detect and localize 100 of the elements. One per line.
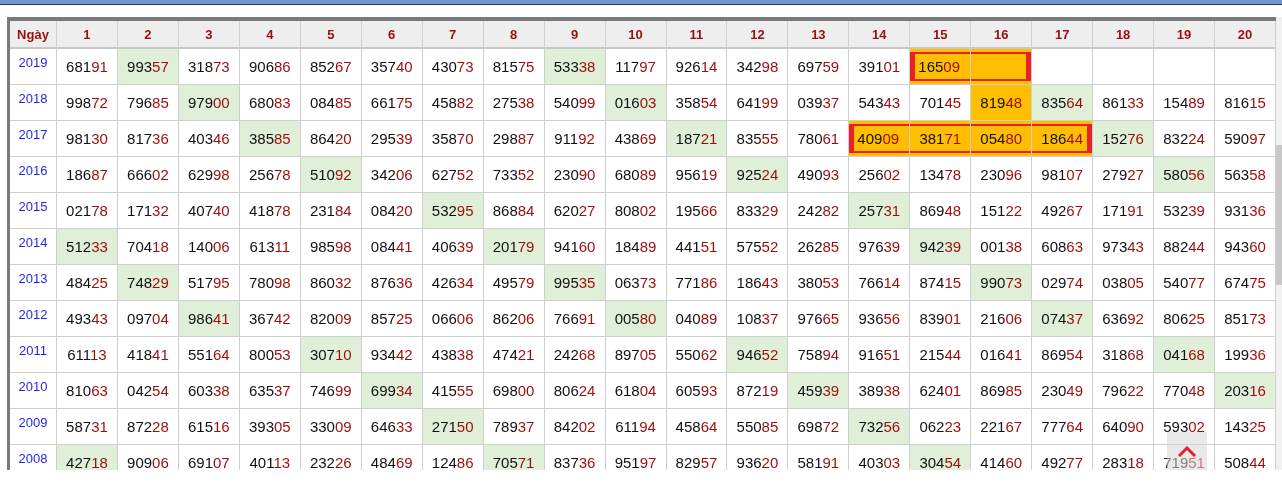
table-cell: 87228 xyxy=(117,409,179,445)
table-cell: 58731 xyxy=(57,409,118,445)
table-cell: 81063 xyxy=(57,373,118,409)
table-cell: 93136 xyxy=(1215,193,1276,229)
table-cell: 79685 xyxy=(117,85,179,121)
table-cell: 67475 xyxy=(1215,265,1276,301)
table-cell: 09704 xyxy=(117,301,179,337)
table-cell: 97900 xyxy=(178,85,240,121)
column-header: 1 xyxy=(57,21,118,49)
table-cell: 59097 xyxy=(1215,121,1276,157)
table-cell: 42718 xyxy=(57,445,118,470)
table-cell: 20316 xyxy=(1215,373,1276,409)
table-cell: 54343 xyxy=(849,85,911,121)
table-cell: 39101 xyxy=(849,49,911,85)
table-cell: 15276 xyxy=(1093,121,1155,157)
table-cell: 86032 xyxy=(300,265,362,301)
table-cell: 77764 xyxy=(1032,409,1094,445)
table-cell: 48425 xyxy=(57,265,118,301)
table-cell: 73256 xyxy=(849,409,911,445)
table-cell: 95619 xyxy=(666,157,728,193)
table-cell: 70571 xyxy=(483,445,545,470)
table-cell: 08420 xyxy=(361,193,423,229)
table-cell: 61516 xyxy=(178,409,240,445)
table-cell: 31873 xyxy=(178,49,240,85)
column-header: 17 xyxy=(1032,21,1094,49)
table-cell: 35870 xyxy=(422,121,484,157)
table-cell: 78937 xyxy=(483,409,545,445)
table-cell: 93656 xyxy=(849,301,911,337)
table-cell: 62401 xyxy=(910,373,972,409)
table-cell: 74829 xyxy=(117,265,179,301)
table-cell: 82009 xyxy=(300,301,362,337)
table-cell: 18643 xyxy=(727,265,789,301)
table-cell: 31868 xyxy=(1093,337,1155,373)
table-cell: 80802 xyxy=(605,193,667,229)
table-cell: 81736 xyxy=(117,121,179,157)
table-cell: 33009 xyxy=(300,409,362,445)
table-cell: 06606 xyxy=(422,301,484,337)
table-cell: 63692 xyxy=(1093,301,1155,337)
table-cell: 15122 xyxy=(971,193,1033,229)
table-cell: 98107 xyxy=(1032,157,1094,193)
table-cell: 04168 xyxy=(1154,337,1216,373)
table-cell: 83329 xyxy=(727,193,789,229)
table-cell: 51233 xyxy=(57,229,118,265)
table-cell: 40639 xyxy=(422,229,484,265)
table-cell: 87415 xyxy=(910,265,972,301)
table-cell: 59302 xyxy=(1154,409,1216,445)
table-cell: 14006 xyxy=(178,229,240,265)
table-cell: 81575 xyxy=(483,49,545,85)
table-cell: 91651 xyxy=(849,337,911,373)
table-cell: 29539 xyxy=(361,121,423,157)
table-cell: 38053 xyxy=(788,265,850,301)
table-cell: 15489 xyxy=(1154,85,1216,121)
table-cell: 01603 xyxy=(605,85,667,121)
table-cell: 62027 xyxy=(544,193,606,229)
table-cell: 54077 xyxy=(1154,265,1216,301)
table-cell: 61113 xyxy=(57,337,118,373)
table-cell: 77186 xyxy=(666,265,728,301)
table-cell: 41878 xyxy=(239,193,301,229)
table-cell: 43838 xyxy=(422,337,484,373)
table-cell: 87219 xyxy=(727,373,789,409)
table-cell: 73352 xyxy=(483,157,545,193)
table-cell: 45882 xyxy=(422,85,484,121)
table-cell: 64199 xyxy=(727,85,789,121)
table-cell: 27538 xyxy=(483,85,545,121)
table-cell: 11797 xyxy=(605,49,667,85)
scrollbar[interactable] xyxy=(1276,17,1282,470)
table-cell: 29887 xyxy=(483,121,545,157)
table-cell: 45864 xyxy=(666,409,728,445)
table-cell: 99872 xyxy=(57,85,118,121)
table-cell: 69872 xyxy=(788,409,850,445)
table-cell: 81948 xyxy=(971,85,1033,121)
table-cell: 38171 xyxy=(910,121,972,157)
table-cell: 99357 xyxy=(117,49,179,85)
column-header: 2 xyxy=(117,21,179,49)
table-cell: 23096 xyxy=(971,157,1033,193)
table-cell: 00580 xyxy=(605,301,667,337)
table-cell: 41841 xyxy=(117,337,179,373)
table-cell: 27927 xyxy=(1093,157,1155,193)
table-cell: 68089 xyxy=(605,157,667,193)
table-cell: 30454 xyxy=(910,445,972,470)
table-cell: 83901 xyxy=(910,301,972,337)
column-header: 10 xyxy=(605,21,667,49)
column-header: 8 xyxy=(483,21,545,49)
table-cell: 85173 xyxy=(1215,301,1276,337)
column-header: 3 xyxy=(178,21,240,49)
table-cell: 27150 xyxy=(422,409,484,445)
table-cell: 49343 xyxy=(57,301,118,337)
table-cell: 25731 xyxy=(849,193,911,229)
table-cell: 18721 xyxy=(666,121,728,157)
table-cell: 14325 xyxy=(1215,409,1276,445)
table-cell: 24282 xyxy=(788,193,850,229)
table-cell: 05480 xyxy=(971,121,1033,157)
table-cell: 97639 xyxy=(849,229,911,265)
table-cell: 40909 xyxy=(849,121,911,157)
table-cell: 30710 xyxy=(300,337,362,373)
table-cell: 49579 xyxy=(483,265,545,301)
table-cell: 21544 xyxy=(910,337,972,373)
column-header: 20 xyxy=(1215,21,1276,49)
table-cell: 89705 xyxy=(605,337,667,373)
table-cell: 84202 xyxy=(544,409,606,445)
